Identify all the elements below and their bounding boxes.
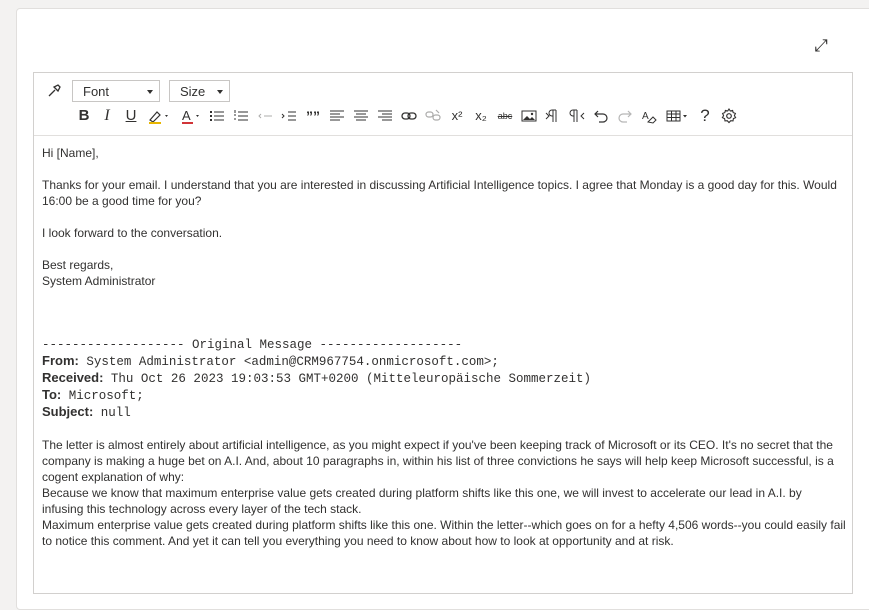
- svg-text:A: A: [642, 111, 649, 122]
- font-color-button[interactable]: A: [179, 105, 207, 127]
- rich-text-editor[interactable]: Font Size B I U A ”” x² x₂ abc A ? Hi [N…: [33, 72, 853, 594]
- reply-paragraph-closing: I look forward to the conversation.: [42, 226, 223, 240]
- font-select[interactable]: Font: [72, 80, 160, 102]
- signature-text: System Administrator: [42, 274, 156, 288]
- chevron-down-icon: [217, 90, 223, 94]
- font-select-label: Font: [83, 84, 110, 99]
- align-right-icon[interactable]: [374, 105, 396, 127]
- insert-table-icon[interactable]: [664, 105, 692, 127]
- original-from-line: From: System Administrator <admin@CRM967…: [42, 353, 846, 370]
- clear-formatting-icon[interactable]: A: [638, 105, 660, 127]
- original-body-paragraph: The letter is almost entirely about arti…: [42, 438, 834, 484]
- unlink-icon[interactable]: [422, 105, 444, 127]
- to-value: Microsoft;: [61, 389, 144, 403]
- settings-gear-icon[interactable]: [718, 105, 740, 127]
- link-icon[interactable]: [398, 105, 420, 127]
- original-subject-line: Subject: null: [42, 404, 846, 421]
- expand-icon[interactable]: ⤢: [812, 37, 830, 55]
- blockquote-button[interactable]: ””: [302, 105, 324, 127]
- subject-value: null: [93, 406, 131, 420]
- from-value: System Administrator <admin@CRM967754.on…: [78, 355, 499, 369]
- original-received-line: Received: Thu Oct 26 2023 19:03:53 GMT+0…: [42, 370, 846, 387]
- strikethrough-button[interactable]: abc: [494, 105, 516, 127]
- subscript-button[interactable]: x₂: [470, 105, 492, 127]
- original-body-paragraph: Because we know that maximum enterprise …: [42, 486, 802, 516]
- closing-text: Best regards,: [42, 258, 114, 272]
- received-label: Received:: [42, 370, 104, 385]
- from-label: From:: [42, 353, 79, 368]
- insert-image-icon[interactable]: [518, 105, 540, 127]
- rtl-direction-icon[interactable]: [566, 105, 588, 127]
- original-message-header: ------------------- Original Message ---…: [42, 338, 463, 352]
- decrease-indent-icon[interactable]: [254, 105, 276, 127]
- chevron-down-icon: [147, 90, 153, 94]
- increase-indent-icon[interactable]: [278, 105, 300, 127]
- undo-icon[interactable]: [590, 105, 612, 127]
- editor-toolbar: Font Size B I U A ”” x² x₂ abc A ?: [34, 73, 852, 136]
- format-painter-icon[interactable]: [43, 80, 65, 102]
- superscript-button[interactable]: x²: [446, 105, 468, 127]
- bullet-list-icon[interactable]: [206, 105, 228, 127]
- size-select[interactable]: Size: [169, 80, 230, 102]
- bold-button[interactable]: B: [73, 105, 95, 127]
- svg-text:A: A: [182, 108, 191, 123]
- greeting-text: Hi [Name],: [42, 146, 99, 160]
- to-label: To:: [42, 387, 62, 402]
- reply-paragraph: Thanks for your email. I understand that…: [42, 178, 837, 208]
- help-button[interactable]: ?: [694, 105, 716, 127]
- size-select-label: Size: [180, 84, 206, 99]
- highlight-color-button[interactable]: [145, 105, 175, 127]
- align-center-icon[interactable]: [350, 105, 372, 127]
- received-value: Thu Oct 26 2023 19:03:53 GMT+0200 (Mitte…: [103, 372, 592, 386]
- italic-button[interactable]: I: [96, 105, 118, 127]
- original-to-line: To: Microsoft;: [42, 387, 846, 404]
- email-body[interactable]: Hi [Name], Thanks for your email. I unde…: [42, 145, 846, 549]
- numbered-list-icon[interactable]: [230, 105, 252, 127]
- original-body-paragraph: Maximum enterprise value gets created du…: [42, 518, 846, 548]
- ltr-direction-icon[interactable]: [542, 105, 564, 127]
- underline-button[interactable]: U: [120, 105, 142, 127]
- align-left-icon[interactable]: [326, 105, 348, 127]
- redo-icon[interactable]: [614, 105, 636, 127]
- subject-label: Subject:: [42, 404, 94, 419]
